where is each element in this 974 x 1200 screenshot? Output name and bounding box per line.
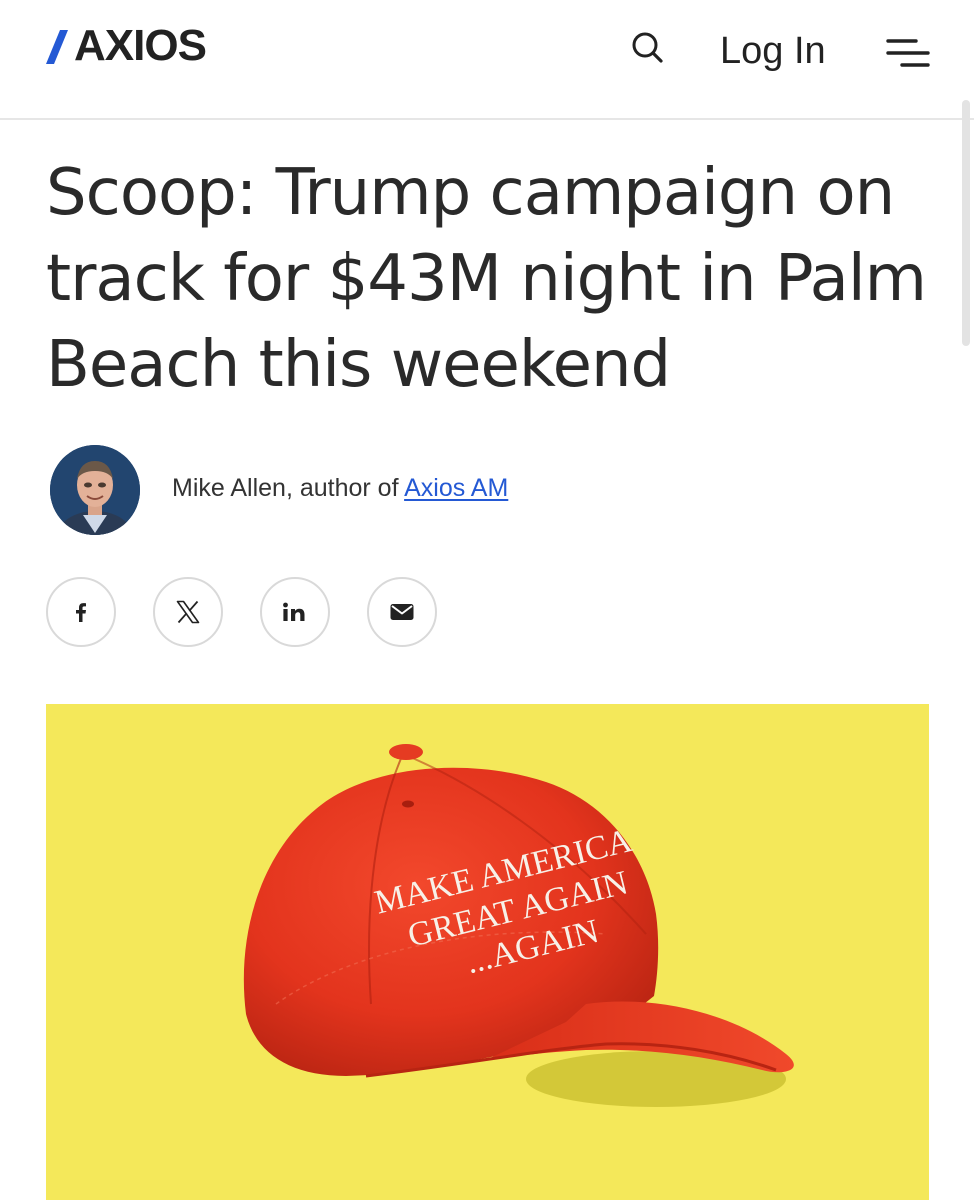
share-facebook-button[interactable] xyxy=(46,577,116,647)
scrollbar-thumb[interactable] xyxy=(962,100,970,346)
x-icon xyxy=(176,600,200,624)
search-icon xyxy=(632,32,663,63)
axios-logo[interactable]: AXIOS xyxy=(46,21,207,70)
login-link[interactable]: Log In xyxy=(720,28,826,74)
byline: Mike Allen, author of Axios AM xyxy=(50,444,508,536)
share-x-button[interactable] xyxy=(153,577,223,647)
email-icon xyxy=(390,604,414,620)
logo-accent-icon xyxy=(46,30,68,64)
author-newsletter-link[interactable]: Axios AM xyxy=(404,474,508,502)
share-linkedin-button[interactable] xyxy=(260,577,330,647)
hamburger-menu-icon xyxy=(886,39,930,67)
byline-text: Mike Allen, author of Axios AM xyxy=(172,474,508,503)
linkedin-icon xyxy=(283,602,305,621)
search-button[interactable] xyxy=(628,28,668,68)
site-header: AXIOS Log In xyxy=(0,0,974,120)
article-headline: Scoop: Trump campaign on track for $43M … xyxy=(46,156,927,402)
author-avatar[interactable] xyxy=(50,445,140,535)
author-photo xyxy=(50,445,140,535)
byline-prefix: Mike Allen, author of xyxy=(172,473,399,502)
share-email-button[interactable] xyxy=(367,577,437,647)
maga-cap-illustration: MAKE AMERICA GREAT AGAIN ...AGAIN xyxy=(46,704,929,1200)
hero-image: MAKE AMERICA GREAT AGAIN ...AGAIN xyxy=(46,704,929,1200)
facebook-icon xyxy=(76,603,86,622)
logo-wordmark: AXIOS xyxy=(74,21,207,70)
menu-button[interactable] xyxy=(884,36,932,76)
share-buttons xyxy=(46,577,437,647)
article-page: AXIOS Log In Scoop: Trump campaign on tr… xyxy=(0,0,974,1200)
